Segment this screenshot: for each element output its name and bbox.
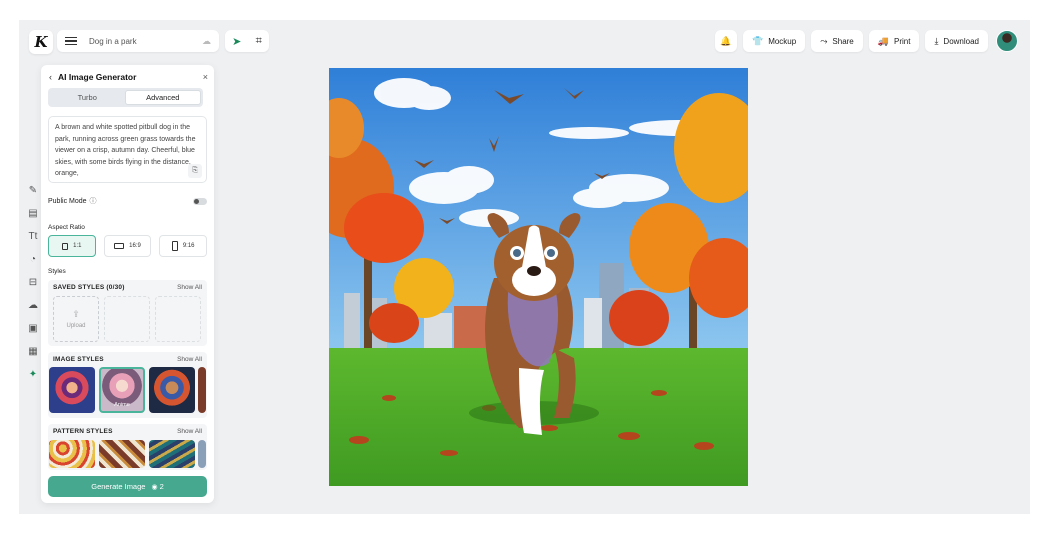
template-icon[interactable]: ▤ (25, 207, 41, 221)
mode-tabs: Turbo Advanced (48, 88, 203, 107)
ratio-1-1[interactable]: 1:1 (48, 235, 96, 257)
aspect-ratio-label: Aspect Ratio (48, 224, 85, 231)
pattern-thumb-3[interactable] (149, 440, 195, 468)
print-label: Print (893, 36, 911, 46)
upload-icon: ⇪ (72, 309, 80, 319)
qr-icon[interactable]: ▦ (25, 345, 41, 359)
text-icon[interactable]: Tt (25, 230, 41, 244)
ratio-label: 16:9 (129, 243, 141, 249)
generated-dog-image (329, 68, 748, 486)
saved-styles-title: SAVED STYLES (0/30) (53, 284, 125, 291)
share-icon: ⤳ (820, 35, 828, 46)
aspect-ratio-options: 1:1 16:9 9:16 (48, 235, 208, 257)
portrait-icon (171, 241, 178, 251)
image-styles-section: IMAGE STYLES Show All Anime (48, 352, 207, 418)
prompt-input[interactable]: A brown and white spotted pitbull dog in… (48, 116, 207, 183)
image-icon[interactable]: ▣ (25, 322, 41, 336)
crop-icon[interactable]: ⌗ (256, 35, 262, 48)
download-button[interactable]: ⤓ Download (925, 30, 988, 52)
ratio-label: 9:16 (182, 243, 195, 249)
style-thumb-colorful[interactable] (149, 367, 195, 413)
style-thumb-partial[interactable] (198, 367, 206, 413)
ai-generator-panel: ‹ AI Image Generator × Turbo Advanced A … (41, 65, 214, 503)
tab-turbo[interactable]: Turbo (50, 90, 125, 105)
public-mode-row: Public Mode ⓘ (48, 196, 207, 206)
pattern-styles-title: PATTERN STYLES (53, 428, 113, 435)
empty-style-slot (155, 296, 201, 342)
image-styles-show-all[interactable]: Show All (177, 356, 202, 363)
generate-image-button[interactable]: Generate Image ◉ 2 (48, 476, 207, 497)
landscape-icon (114, 243, 125, 249)
mockup-label: Mockup (768, 36, 797, 46)
styles-label: Styles (48, 268, 66, 275)
briefcase-icon[interactable]: ⊟ (25, 276, 41, 290)
editor-app: K Dog in a park ☁ ➤ ⌗ 🔔 👕 Mockup ⤳ Share 🚚… (19, 20, 1030, 514)
mockup-button[interactable]: 👕 Mockup (742, 30, 806, 52)
bell-icon: 🔔 (720, 35, 732, 46)
prompt-text: A brown and white spotted pitbull dog in… (55, 124, 196, 177)
avatar[interactable] (996, 30, 1018, 52)
ai-sparkle-icon[interactable]: ✦ (25, 368, 41, 382)
tool-rail: ✎ ▤ Tt ◔ ⊟ ☁ ▣ ▦ ✦ (25, 184, 41, 382)
shirt-icon: 👕 (751, 35, 764, 46)
back-icon[interactable]: ‹ (49, 72, 52, 82)
print-button[interactable]: 🚚 Print (868, 30, 920, 52)
style-thumb-anime[interactable]: Anime (99, 367, 145, 413)
empty-style-slot (104, 296, 150, 342)
share-label: Share (832, 36, 854, 46)
close-icon[interactable]: × (203, 72, 208, 82)
menu-icon[interactable] (65, 36, 77, 46)
square-icon (62, 242, 69, 250)
tab-advanced[interactable]: Advanced (124, 90, 201, 105)
select-cursor-icon[interactable]: ➤ (232, 35, 241, 48)
generate-label: Generate Image (91, 482, 146, 491)
style-caption: Anime (114, 402, 130, 408)
ratio-16-9[interactable]: 16:9 (103, 235, 152, 257)
document-bar: Dog in a park ☁ (57, 30, 219, 52)
panel-header: ‹ AI Image Generator × (49, 71, 208, 83)
credit-icon: ◉ (151, 483, 158, 491)
pattern-thumb-1[interactable] (49, 440, 95, 468)
style-thumb-portrait[interactable] (49, 367, 95, 413)
edit-icon[interactable]: ✎ (25, 184, 41, 198)
saved-styles-section: SAVED STYLES (0/30) Show All ⇪ Upload (48, 280, 207, 346)
public-mode-label: Public Mode (48, 197, 87, 205)
info-icon[interactable]: ⓘ (90, 196, 97, 206)
canvas-tools: ➤ ⌗ (225, 30, 269, 52)
app-logo[interactable]: K (29, 30, 53, 54)
document-title[interactable]: Dog in a park (89, 37, 202, 46)
panel-title: AI Image Generator (58, 72, 137, 82)
notifications-button[interactable]: 🔔 (714, 30, 737, 52)
prompt-enhance-icon[interactable]: ⎘ (188, 164, 202, 178)
upload-style-button[interactable]: ⇪ Upload (53, 296, 99, 342)
cloud-sync-icon: ☁ (202, 35, 211, 46)
top-actions: 🔔 👕 Mockup ⤳ Share 🚚 Print ⤓ Download (714, 30, 1018, 52)
share-button[interactable]: ⤳ Share (811, 30, 863, 52)
generate-credits: 2 (159, 482, 164, 491)
pattern-thumb-2[interactable] (99, 440, 145, 468)
download-icon: ⤓ (934, 35, 939, 46)
pattern-styles-show-all[interactable]: Show All (177, 428, 202, 435)
logo-text: K (34, 33, 48, 51)
upload-cloud-icon[interactable]: ☁ (25, 299, 41, 313)
saved-styles-show-all[interactable]: Show All (177, 284, 202, 291)
truck-icon: 🚚 (877, 35, 889, 46)
ratio-label: 1:1 (73, 243, 82, 249)
download-label: Download (943, 36, 979, 46)
pattern-styles-section: PATTERN STYLES Show All (48, 424, 207, 470)
pattern-thumb-partial[interactable] (198, 440, 206, 468)
canvas-image[interactable] (329, 68, 748, 486)
ratio-9-16[interactable]: 9:16 (159, 235, 208, 257)
image-styles-title: IMAGE STYLES (53, 356, 104, 363)
public-mode-toggle[interactable] (193, 197, 207, 205)
upload-label: Upload (66, 323, 86, 329)
shapes-icon[interactable]: ◔ (25, 253, 41, 267)
